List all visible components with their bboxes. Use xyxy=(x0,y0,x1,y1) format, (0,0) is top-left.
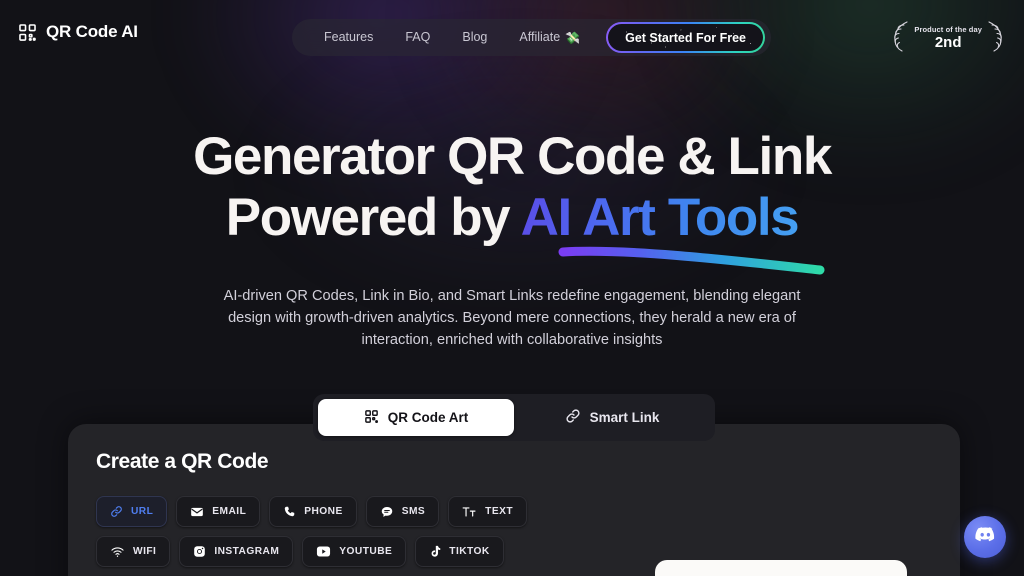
page-title: Generator QR Code & Link Powered by AI A… xyxy=(0,126,1024,249)
nav-link-blog[interactable]: Blog xyxy=(446,19,503,56)
qr-type-sms-label: SMS xyxy=(401,506,426,517)
get-started-button[interactable]: Get Started For Free xyxy=(606,22,765,53)
hero-title-line-1: Generator QR Code & Link xyxy=(193,127,832,186)
hero-title-highlight: AI Art Tools xyxy=(520,188,800,248)
qr-type-tiktok-label: TIKTOK xyxy=(449,546,490,557)
qr-type-phone[interactable]: PHONE xyxy=(269,496,357,527)
brand-name: QR Code AI xyxy=(46,22,138,41)
qr-builder-card: Create a QR Code URL EMAIL PHONE SMS TEX… xyxy=(68,424,960,576)
qr-type-text[interactable]: TEXT xyxy=(448,496,528,527)
qr-type-instagram-label: INSTAGRAM xyxy=(214,546,280,557)
instagram-icon xyxy=(193,545,206,558)
tab-qr-code-art[interactable]: QR Code Art xyxy=(318,399,514,436)
envelope-icon xyxy=(190,505,204,519)
qr-code-icon xyxy=(364,409,379,427)
money-wings-emoji-icon: 💸 xyxy=(565,30,581,45)
qr-type-phone-label: PHONE xyxy=(304,506,343,517)
product-of-the-day-badge[interactable]: Product of the day 2nd xyxy=(890,19,1006,58)
qr-type-wifi-label: WIFI xyxy=(133,546,157,557)
qr-type-sms[interactable]: SMS xyxy=(365,496,440,527)
site-header: QR Code AI Features FAQ Blog Affiliate 💸… xyxy=(0,0,1024,70)
badge-title: Product of the day xyxy=(914,24,982,34)
qr-type-url-label: URL xyxy=(131,506,154,517)
underline-swoosh-decoration xyxy=(558,246,825,275)
hero-title-prefix: Powered by xyxy=(225,188,521,248)
discord-icon xyxy=(974,523,997,551)
qr-type-wifi[interactable]: WIFI xyxy=(96,536,171,567)
main-navigation: Features FAQ Blog Affiliate 💸 Get Starte… xyxy=(292,19,771,56)
laurel-wreath-left-icon xyxy=(890,19,912,58)
qr-type-youtube-label: YOUTUBE xyxy=(339,546,393,557)
tab-smart-link[interactable]: Smart Link xyxy=(514,399,710,436)
nav-link-affiliate-label: Affiliate xyxy=(519,30,561,44)
qr-type-selector: URL EMAIL PHONE SMS TEXT WIFI INSTAGRAM … xyxy=(96,496,606,576)
qr-type-youtube[interactable]: YOUTUBE xyxy=(302,536,407,567)
tab-smart-link-label: Smart Link xyxy=(589,410,660,425)
hero-title-line-2: Powered by AI Art Tools xyxy=(0,187,1024,248)
laurel-wreath-right-icon xyxy=(984,19,1006,58)
text-icon xyxy=(462,505,477,519)
qr-preview-sheet xyxy=(655,560,907,576)
wifi-icon xyxy=(110,545,125,559)
nav-link-features-label: Features xyxy=(324,30,374,44)
nav-link-affiliate[interactable]: Affiliate 💸 xyxy=(503,19,596,56)
qr-type-url[interactable]: URL xyxy=(96,496,168,527)
brand-logo[interactable]: QR Code AI xyxy=(18,22,138,42)
badge-text-group: Product of the day 2nd xyxy=(914,24,982,52)
phone-icon xyxy=(283,505,296,518)
hero-subtitle: AI-driven QR Codes, Link in Bio, and Sma… xyxy=(223,287,801,349)
chat-support-button[interactable] xyxy=(964,516,1006,558)
page-root: QR Code AI Features FAQ Blog Affiliate 💸… xyxy=(0,0,1024,576)
tiktok-icon xyxy=(429,545,441,558)
nav-link-faq[interactable]: FAQ xyxy=(389,19,446,56)
link-chain-icon xyxy=(565,408,581,427)
qr-type-instagram[interactable]: INSTAGRAM xyxy=(179,536,294,567)
qr-type-text-label: TEXT xyxy=(485,506,514,517)
mode-tab-switcher: QR Code Art Smart Link xyxy=(313,394,715,441)
qr-code-icon xyxy=(18,23,37,42)
nav-link-features[interactable]: Features xyxy=(308,19,389,56)
qr-type-tiktok[interactable]: TIKTOK xyxy=(415,536,504,567)
get-started-button-label: Get Started For Free xyxy=(625,30,746,45)
nav-link-faq-label: FAQ xyxy=(405,30,431,44)
chat-bubble-icon xyxy=(380,505,394,519)
link-icon xyxy=(110,505,123,518)
youtube-icon xyxy=(316,545,331,558)
qr-type-email[interactable]: EMAIL xyxy=(176,496,261,527)
nav-link-blog-label: Blog xyxy=(462,30,488,44)
badge-rank: 2nd xyxy=(934,33,962,51)
qr-type-email-label: EMAIL xyxy=(212,506,247,517)
tab-qr-code-art-label: QR Code Art xyxy=(387,410,469,425)
builder-title: Create a QR Code xyxy=(96,450,269,473)
